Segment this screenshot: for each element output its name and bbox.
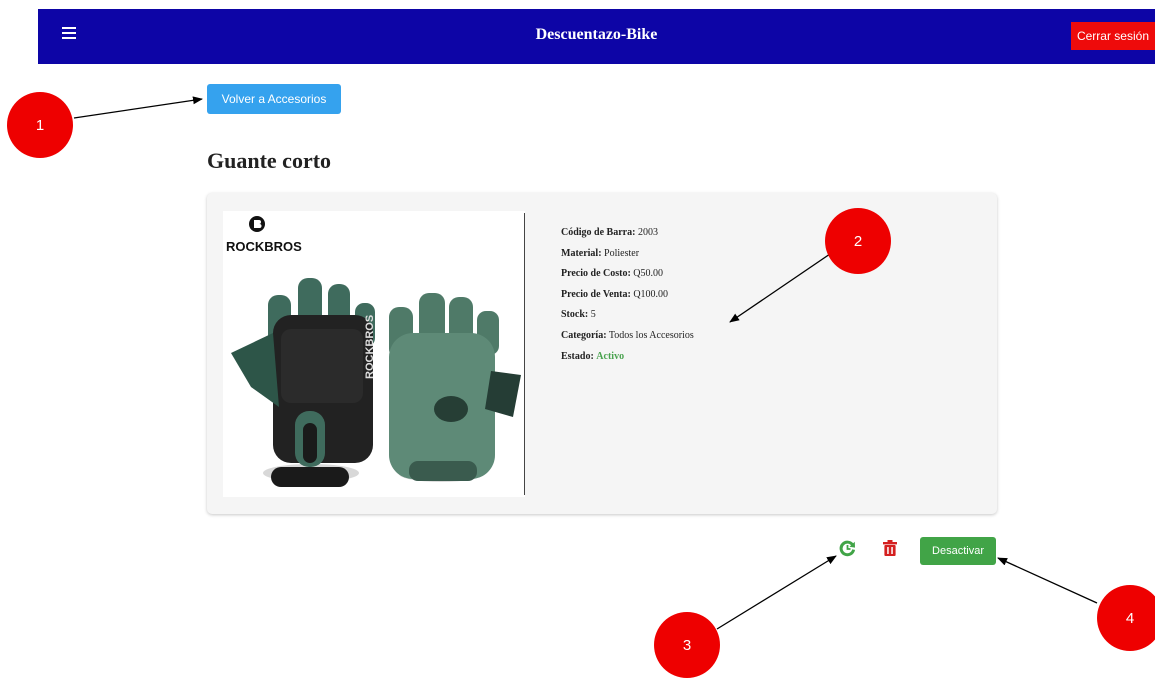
annotation-marker-3: 3 [654, 612, 720, 678]
annotation-arrows [73, 96, 1098, 630]
annotation-marker-2: 2 [825, 208, 891, 274]
annotation-marker-1: 1 [7, 92, 73, 158]
annotation-marker-4: 4 [1097, 585, 1155, 651]
